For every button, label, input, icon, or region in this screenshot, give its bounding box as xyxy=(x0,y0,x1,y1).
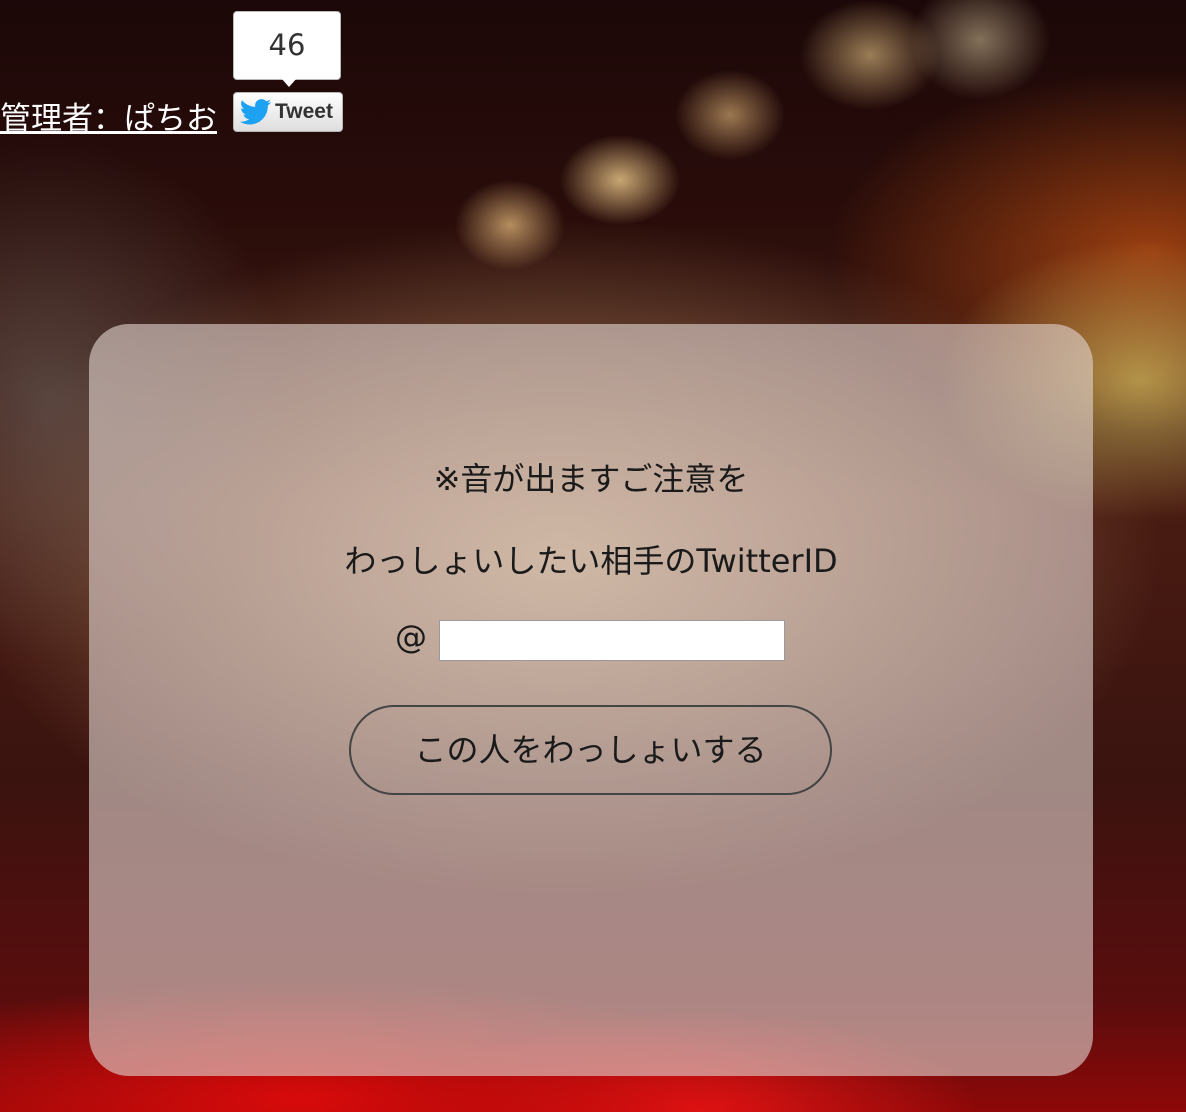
form-panel: ※音が出ますご注意を わっしょいしたい相手のTwitterID @ この人をわっ… xyxy=(89,324,1093,1076)
admin-link[interactable]: 管理者：ぱちお xyxy=(0,96,217,142)
wasshoi-submit-button[interactable]: この人をわっしょいする xyxy=(349,705,832,795)
twitter-bird-icon xyxy=(239,99,272,125)
twitter-id-input[interactable] xyxy=(439,620,785,661)
at-symbol-label: @ xyxy=(395,618,427,656)
tweet-count-bubble-tail xyxy=(281,78,297,87)
twitter-id-prompt: わっしょいしたい相手のTwitterID xyxy=(344,542,838,580)
sound-notice: ※音が出ますご注意を xyxy=(433,460,749,498)
tweet-count-bubble: 46 xyxy=(233,11,341,80)
tweet-button[interactable]: Tweet xyxy=(233,92,343,132)
tweet-button-label: Tweet xyxy=(275,100,333,123)
